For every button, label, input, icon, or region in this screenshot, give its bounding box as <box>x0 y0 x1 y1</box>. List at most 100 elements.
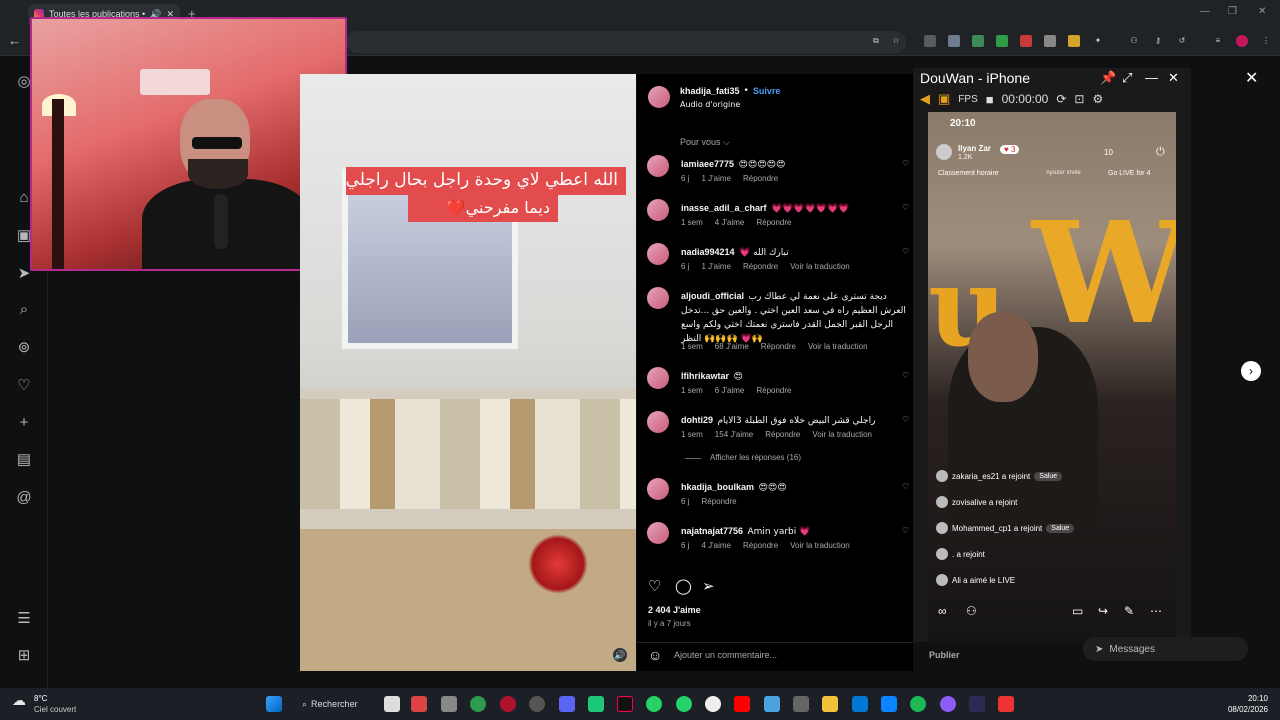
reply-button[interactable]: Répondre <box>761 342 796 351</box>
mute-toggle-icon[interactable]: 🔊 <box>613 648 627 662</box>
extension-icon-4[interactable] <box>996 35 1008 47</box>
post-media[interactable] <box>300 74 636 671</box>
comment-likes[interactable]: 1 J'aime <box>701 174 731 183</box>
live-viewer-avatar[interactable] <box>936 548 948 560</box>
go-live-label[interactable]: Go LIVE for 4 <box>1108 170 1150 177</box>
comment-likes[interactable]: 68 J'aime <box>715 342 749 351</box>
comment-like-heart-icon[interactable]: ♡ <box>902 159 909 168</box>
taskbar-search[interactable]: ⌕ Rechercher <box>302 696 366 712</box>
author-avatar[interactable] <box>648 86 670 108</box>
reply-button[interactable]: Répondre <box>743 174 778 183</box>
reply-button[interactable]: Répondre <box>743 541 778 550</box>
share-send-icon[interactable]: ➢ <box>702 577 715 595</box>
weather-temp[interactable]: 8°C <box>34 694 47 703</box>
task-view-icon[interactable] <box>384 696 400 712</box>
record-camera-icon[interactable]: ■ <box>986 92 994 107</box>
spotify-icon[interactable] <box>910 696 926 712</box>
sort-dropdown[interactable]: Pour vous ⌵ <box>680 137 730 148</box>
extension-icon-3[interactable] <box>972 35 984 47</box>
comment-like-heart-icon[interactable]: ♡ <box>902 415 909 424</box>
create-plus-icon[interactable]: + <box>14 413 34 433</box>
fps-label[interactable]: FPS <box>958 94 977 105</box>
extension-icon-1[interactable] <box>924 35 936 47</box>
dashboard-icon[interactable]: ▤ <box>14 450 34 470</box>
translate-button[interactable]: Voir la traduction <box>808 342 868 351</box>
comment-like-heart-icon[interactable]: ♡ <box>902 371 909 380</box>
app-icon-6[interactable] <box>969 696 985 712</box>
tiktok-icon[interactable] <box>617 696 633 712</box>
share-icon[interactable]: ↪ <box>1098 604 1108 618</box>
app-icon-2[interactable] <box>588 696 604 712</box>
reply-button[interactable]: Répondre <box>765 430 800 439</box>
comment-avatar[interactable] <box>647 199 669 221</box>
app-icon-5[interactable] <box>940 696 956 712</box>
install-app-icon[interactable]: ⧉ <box>870 35 882 47</box>
store-icon[interactable] <box>881 696 897 712</box>
hourly-ranking[interactable]: Classement horaire <box>938 170 999 177</box>
comment-like-heart-icon[interactable]: ♡ <box>902 247 909 256</box>
settings-gear-icon[interactable]: ⚙ <box>1092 92 1103 106</box>
link-icon[interactable]: ∞ <box>938 604 947 618</box>
reply-button[interactable]: Répondre <box>756 386 791 395</box>
comment-avatar[interactable] <box>647 478 669 500</box>
live-viewer-avatar[interactable] <box>936 522 948 534</box>
extension-icon-5[interactable] <box>1020 35 1032 47</box>
live-viewer-avatar[interactable] <box>936 574 948 586</box>
next-post-chevron-icon[interactable]: › <box>1241 361 1261 381</box>
likes-count[interactable]: 2 404 J'aime <box>648 605 701 615</box>
translate-button[interactable]: Voir la traduction <box>790 541 850 550</box>
audio-label[interactable]: Audio d'origine <box>680 100 740 109</box>
opera-icon[interactable] <box>500 696 516 712</box>
start-windows-icon[interactable] <box>266 696 282 712</box>
add-guest-label[interactable]: Ajouter invité <box>1046 170 1081 176</box>
browser-menu-icon[interactable]: ⋮ <box>1260 35 1272 47</box>
comment-username[interactable]: nadia994214 <box>681 247 735 257</box>
comment-avatar[interactable] <box>647 522 669 544</box>
phone-screen[interactable]: u W 20:10 Ilyan Zar 1.2K ♥ 3 10 ⏻ Classe… <box>928 112 1176 642</box>
live-viewer-avatar[interactable] <box>936 496 948 508</box>
comment-likes[interactable]: 4 J'aime <box>715 218 745 227</box>
comment-avatar[interactable] <box>647 243 669 265</box>
address-bar[interactable] <box>346 31 906 53</box>
pin-icon[interactable]: 📌 <box>1100 70 1116 86</box>
also-from-meta-icon[interactable]: ⊞ <box>14 646 34 666</box>
extension-icon-7[interactable] <box>1068 35 1080 47</box>
fullscreen-icon[interactable]: ⤢ <box>1122 70 1132 86</box>
comment-likes[interactable]: 1 J'aime <box>701 262 731 271</box>
comment-likes[interactable]: 6 J'aime <box>715 386 745 395</box>
app-icon-7[interactable] <box>998 696 1014 712</box>
notepad-icon[interactable] <box>764 696 780 712</box>
comment-username[interactable]: inasse_adil_a_charf <box>681 203 767 213</box>
emoji-icon[interactable]: ☺ <box>648 647 662 663</box>
discord-icon[interactable] <box>559 696 575 712</box>
back-arrow-icon[interactable]: ← <box>8 33 21 48</box>
whatsapp-business-icon[interactable] <box>676 696 692 712</box>
follow-button[interactable]: Suivre <box>753 86 781 96</box>
taskbar-time[interactable]: 20:10 <box>1238 694 1268 703</box>
reading-list-icon[interactable]: ≡ <box>1212 35 1224 47</box>
extensions-puzzle-icon[interactable]: ✦ <box>1092 35 1104 47</box>
author-username[interactable]: khadija_fati35 <box>680 86 740 96</box>
comment-username[interactable]: hkadija_boulkam <box>681 482 754 492</box>
youtube-icon[interactable] <box>734 696 750 712</box>
screenshot-icon[interactable]: ⊡ <box>1074 92 1084 106</box>
close-window-button[interactable]: ✕ <box>1258 6 1266 17</box>
comment-username[interactable]: dohti29 <box>681 415 713 425</box>
messages-button[interactable]: ➤ Messages <box>1083 637 1248 661</box>
chat-icon[interactable]: ▭ <box>1072 604 1083 618</box>
live-viewer-avatar[interactable] <box>936 470 948 482</box>
more-options-icon[interactable]: ⋯ <box>1150 604 1162 618</box>
close-icon[interactable]: ✕ <box>1168 70 1179 86</box>
publish-button[interactable]: Publier <box>929 650 960 660</box>
comment-likes[interactable]: 154 J'aime <box>715 430 753 439</box>
comment-input[interactable]: Ajouter un commentaire... <box>674 650 777 660</box>
comment-like-heart-icon[interactable]: ♡ <box>902 203 909 212</box>
settings-app-icon[interactable] <box>441 696 457 712</box>
translate-button[interactable]: Voir la traduction <box>790 262 850 271</box>
rotate-icon[interactable]: ⟳ <box>1056 92 1066 106</box>
translate-button[interactable]: Voir la traduction <box>812 430 872 439</box>
profile-avatar[interactable] <box>1236 35 1248 47</box>
weather-desc[interactable]: Ciel couvert <box>34 705 76 714</box>
chrome-icon[interactable] <box>470 696 486 712</box>
comment-username[interactable]: najatnajat7756 <box>681 526 743 536</box>
